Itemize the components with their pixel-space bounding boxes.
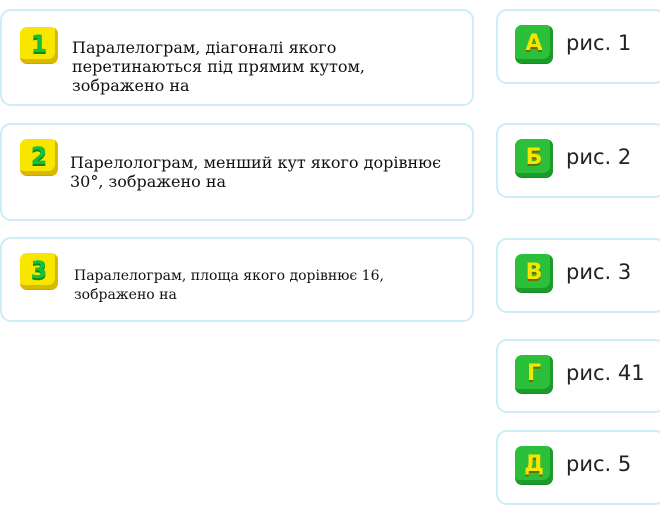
answer-label: рис. 2 (566, 145, 632, 169)
question-card-3[interactable]: 3 Паралелограм, площа якого дорівнює 16,… (0, 237, 474, 322)
answer-card-d[interactable]: Д рис. 5 (496, 430, 660, 505)
answer-letter-badge: Б (515, 139, 553, 177)
answer-letter-badge: Д (515, 446, 553, 484)
question-number-badge: 2 (20, 139, 58, 175)
answer-letter-badge: Г (515, 355, 553, 393)
question-card-1[interactable]: 1 Паралелограм, діагоналі якого перетина… (0, 9, 474, 106)
answer-label: рис. 3 (566, 260, 632, 284)
question-card-2[interactable]: 2 Парелолограм, менший кут якого дорівню… (0, 123, 474, 221)
answer-card-v[interactable]: В рис. 3 (496, 238, 660, 313)
answer-label: рис. 5 (566, 452, 632, 476)
answer-letter-badge: В (515, 254, 553, 292)
question-text: Парелолограм, менший кут якого дорівнює … (70, 153, 442, 191)
question-number-badge: 3 (20, 253, 58, 289)
answer-label: рис. 41 (566, 361, 645, 385)
question-number-badge: 1 (20, 27, 58, 63)
answer-label: рис. 1 (566, 31, 632, 55)
question-text: Паралелограм, діагоналі якого перетинают… (72, 38, 365, 95)
answer-card-a[interactable]: А рис. 1 (496, 9, 660, 84)
answer-card-b[interactable]: Б рис. 2 (496, 123, 660, 198)
answer-card-h[interactable]: Г рис. 41 (496, 339, 660, 413)
answer-letter-badge: А (515, 25, 553, 63)
question-text: Паралелограм, площа якого дорівнює 16, з… (74, 268, 384, 303)
